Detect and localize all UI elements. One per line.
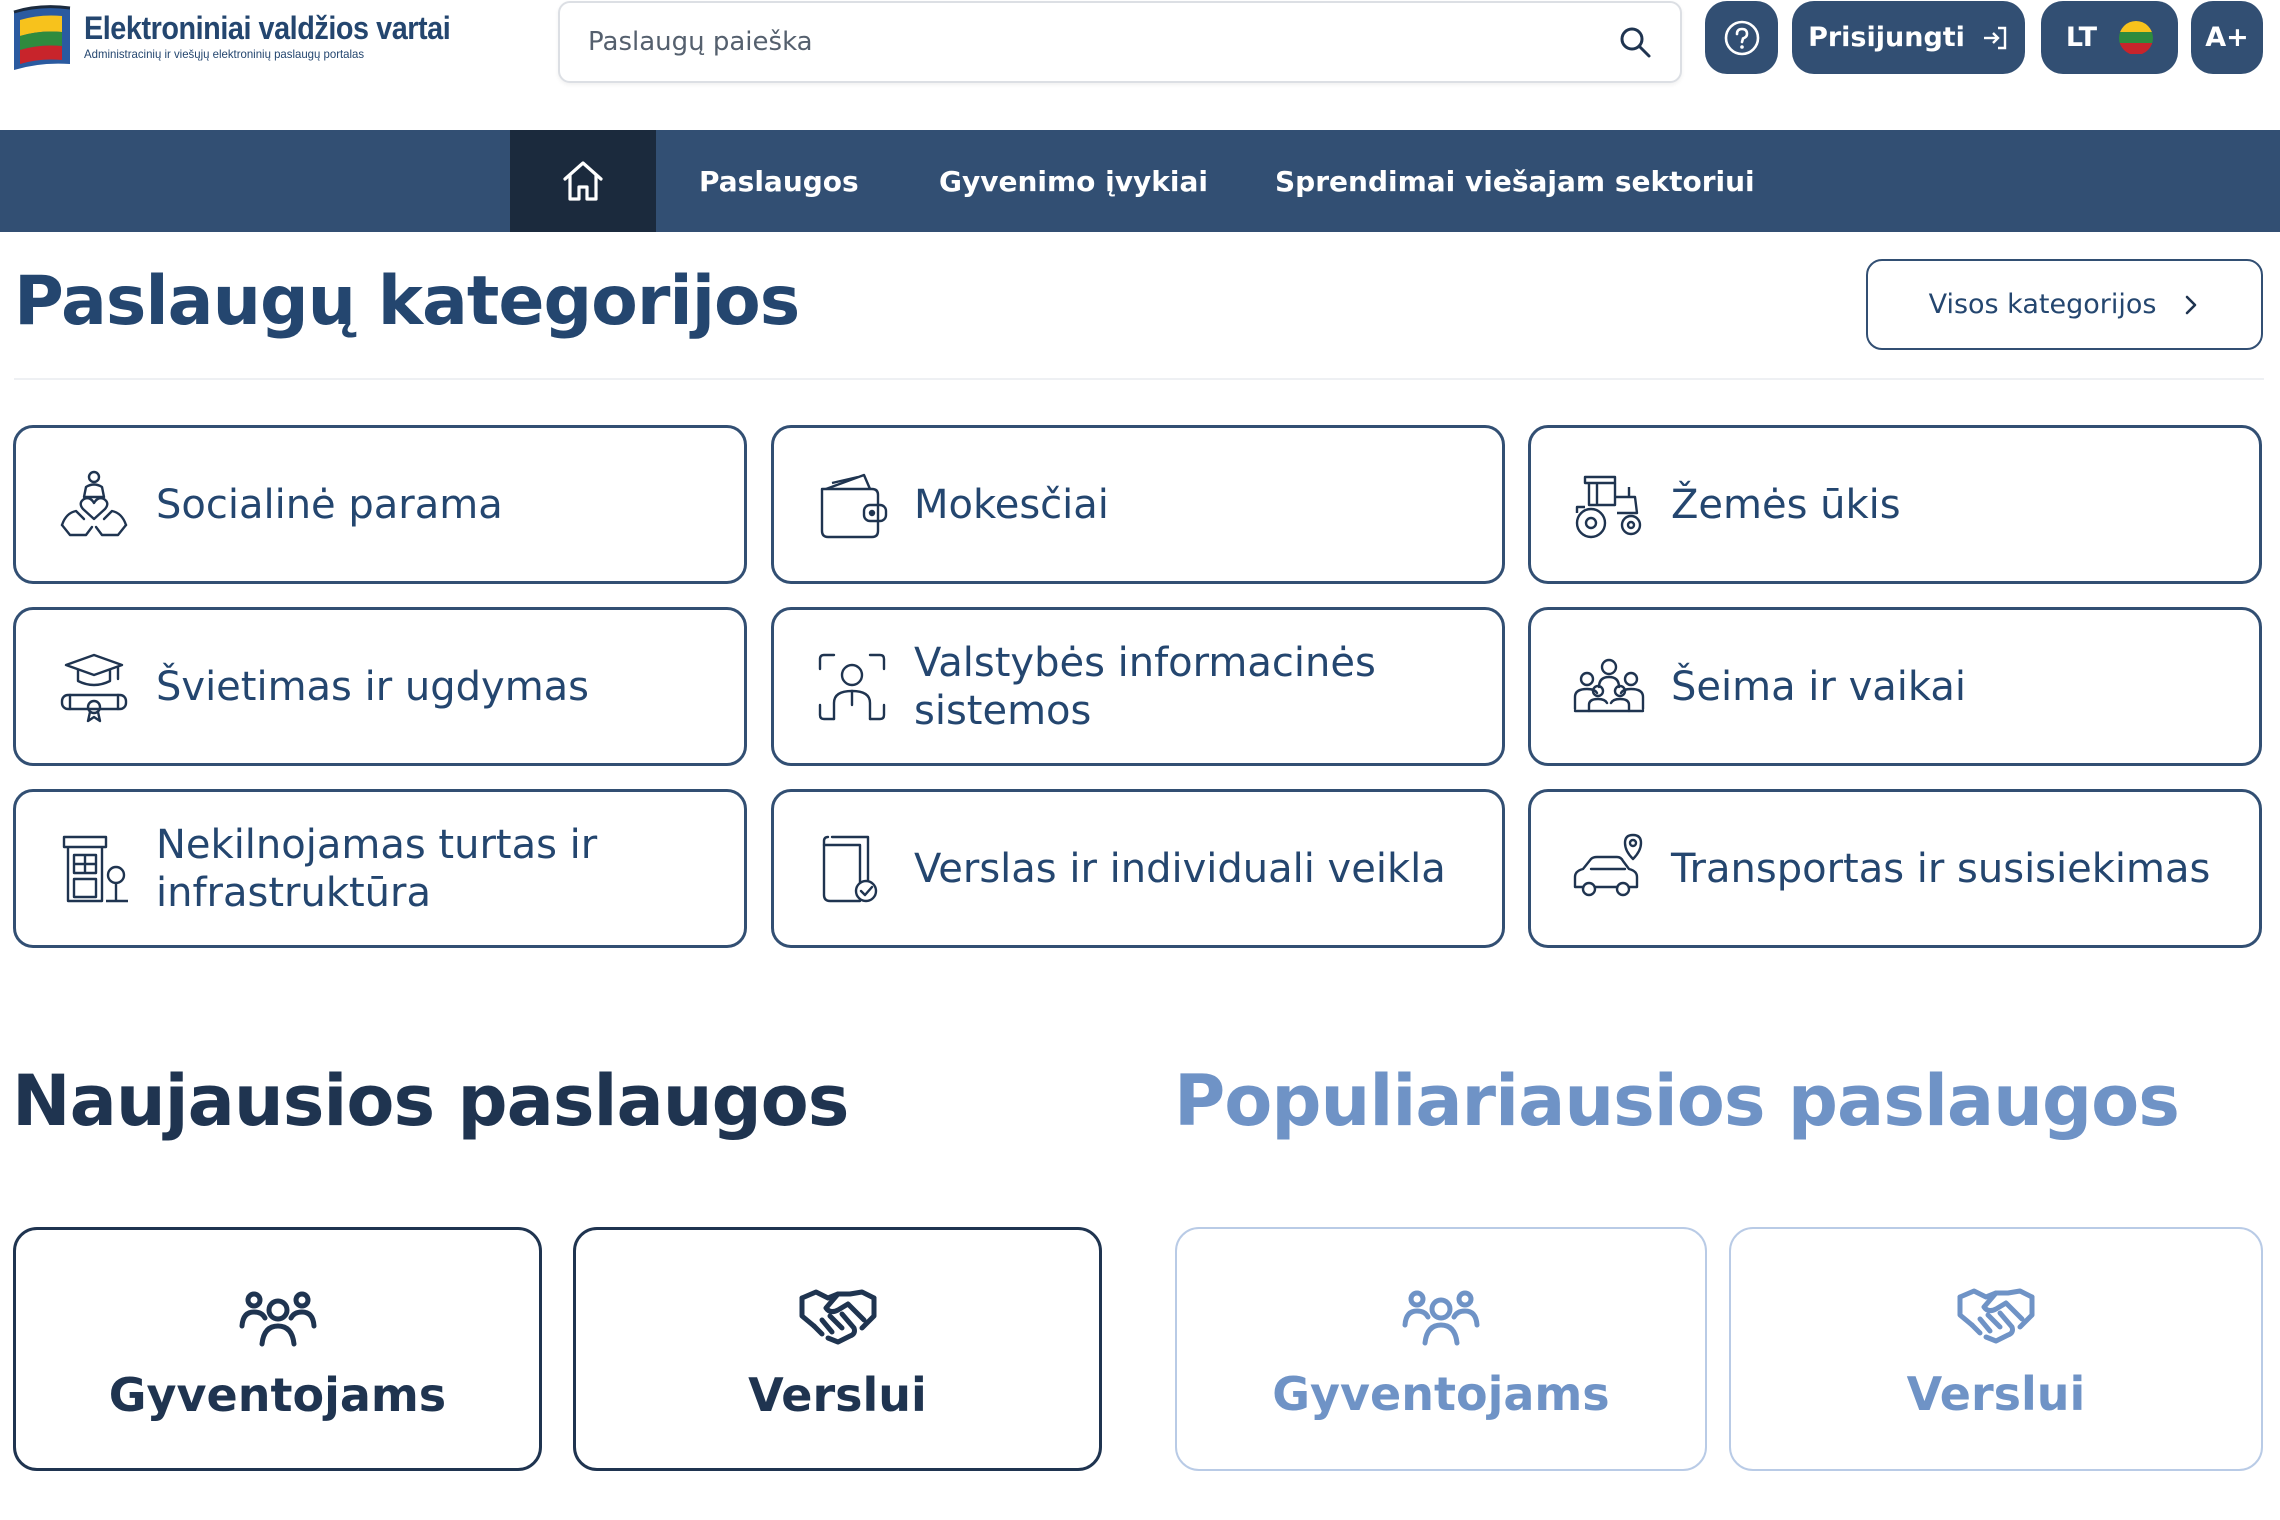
- popular-services-title[interactable]: Populiariausios paslaugos: [1174, 1060, 2180, 1142]
- nav-item-services[interactable]: Paslaugos: [699, 130, 859, 232]
- category-label: Šeima ir vaikai: [1671, 663, 1966, 710]
- category-card-transport[interactable]: Transportas ir susisiekimas: [1528, 789, 2262, 948]
- category-label: Mokesčiai: [914, 481, 1109, 528]
- language-button[interactable]: LT: [2041, 1, 2178, 74]
- category-card-state-info-systems[interactable]: Valstybės informacinės sistemos: [771, 607, 1505, 766]
- divider: [14, 378, 2264, 380]
- category-card-social-support[interactable]: Socialinė parama: [13, 425, 747, 584]
- login-arrow-icon: [1983, 26, 2007, 49]
- main-nav: Paslaugos Gyvenimo įvykiai Sprendimai vi…: [0, 130, 2280, 232]
- category-card-real-estate[interactable]: Nekilnojamas turtas ir infrastruktūra: [13, 789, 747, 948]
- document-check-icon: [822, 835, 878, 902]
- building-icon: [62, 835, 128, 902]
- people-icon: [1402, 1290, 1480, 1346]
- category-card-family[interactable]: Šeima ir vaikai: [1528, 607, 2262, 766]
- all-categories-button[interactable]: Visos kategorijos: [1866, 259, 2263, 350]
- language-label: LT: [2065, 22, 2098, 53]
- residents-label: Gyventojams: [108, 1368, 447, 1422]
- search-input[interactable]: [588, 3, 1588, 81]
- font-size-button[interactable]: A+: [2191, 1, 2263, 74]
- site-logo[interactable]: Elektroniniai valdžios vartai Administra…: [10, 2, 491, 72]
- popular-residents-card[interactable]: Gyventojams: [1175, 1227, 1707, 1471]
- family-icon: [1573, 658, 1645, 712]
- category-card-taxes[interactable]: Mokesčiai: [771, 425, 1505, 584]
- category-label: Nekilnojamas turtas ir infrastruktūra: [156, 821, 598, 916]
- lithuania-flag-icon: [2119, 20, 2154, 55]
- handshake-icon: [1957, 1288, 2035, 1344]
- nav-item-public-sector[interactable]: Sprendimai viešajam sektoriui: [1275, 130, 1755, 232]
- logo-title: Elektroniniai valdžios vartai: [84, 10, 451, 46]
- popular-business-card[interactable]: Verslui: [1729, 1227, 2263, 1471]
- newest-business-card[interactable]: Verslui: [573, 1227, 1102, 1471]
- question-icon: [1724, 20, 1759, 55]
- car-location-icon: [1573, 833, 1643, 896]
- category-label: Žemės ūkis: [1671, 481, 1901, 528]
- category-label: Švietimas ir ugdymas: [156, 663, 590, 710]
- tractor-icon: [1575, 475, 1642, 538]
- category-label: Valstybės informacinės sistemos: [914, 639, 1376, 734]
- search-box[interactable]: [558, 1, 1682, 83]
- nav-item-life-events[interactable]: Gyvenimo įvykiai: [939, 130, 1208, 232]
- help-button[interactable]: [1705, 1, 1778, 74]
- business-label: Verslui: [748, 1368, 927, 1422]
- person-scan-icon: [818, 653, 886, 720]
- category-label: Socialinė parama: [156, 481, 503, 528]
- business-label: Verslui: [1906, 1367, 2086, 1421]
- logo-subtitle: Administracinių ir viešųjų elektroninių …: [84, 47, 365, 61]
- category-card-business[interactable]: Verslas ir individuali veikla: [771, 789, 1505, 948]
- nav-home[interactable]: [510, 130, 656, 232]
- category-label: Transportas ir susisiekimas: [1671, 845, 2211, 892]
- search-icon[interactable]: [1618, 25, 1652, 59]
- all-categories-label: Visos kategorijos: [1928, 289, 2157, 320]
- handshake-icon: [799, 1289, 876, 1345]
- wallet-icon: [820, 473, 888, 538]
- residents-label: Gyventojams: [1272, 1367, 1610, 1421]
- header: Elektroniniai valdžios vartai Administra…: [0, 0, 2280, 130]
- login-label: Prisijungti: [1808, 22, 1965, 53]
- chevron-right-icon: [2186, 295, 2197, 314]
- category-label: Verslas ir individuali veikla: [914, 845, 1446, 892]
- newest-services-title: Naujausios paslaugos: [12, 1060, 849, 1142]
- login-button[interactable]: Prisijungti: [1792, 1, 2025, 74]
- newest-residents-card[interactable]: Gyventojams: [13, 1227, 542, 1471]
- people-icon: [239, 1291, 316, 1347]
- home-icon: [563, 161, 603, 201]
- category-card-education[interactable]: Švietimas ir ugdymas: [13, 607, 747, 766]
- social-support-icon: [60, 470, 128, 536]
- graduation-icon: [60, 653, 128, 722]
- categories-title: Paslaugų kategorijos: [14, 262, 800, 341]
- category-card-agriculture[interactable]: Žemės ūkis: [1528, 425, 2262, 584]
- logo-emblem-icon: [10, 2, 76, 72]
